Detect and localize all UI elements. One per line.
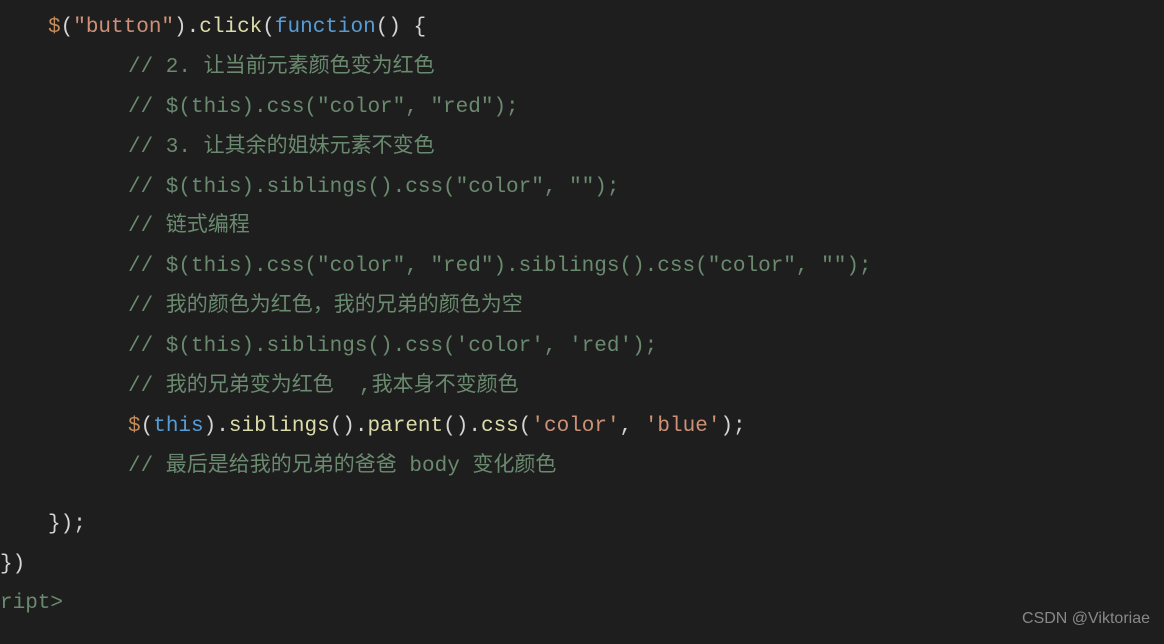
token-keyword: function (275, 16, 376, 39)
blank-line (0, 487, 1164, 505)
code-comment: // 我的颜色为红色，我的兄弟的颜色为空 (0, 287, 1164, 327)
code-line: $("button").click(function() { (0, 8, 1164, 48)
token-method: siblings (229, 415, 330, 438)
code-comment: // 最后是给我的兄弟的爸爸 body 变化颜色 (0, 447, 1164, 487)
token-paren: ( (141, 415, 154, 438)
watermark: CSDN @Viktoriae (1022, 604, 1150, 634)
token-string: "button" (73, 16, 174, 39)
token-comma: , (620, 415, 645, 438)
code-comment: // $(this).siblings().css("color", ""); (0, 168, 1164, 208)
token-punct: () { (376, 16, 426, 39)
code-line: $(this).siblings().parent().css('color',… (0, 407, 1164, 447)
code-comment: // 2. 让当前元素颜色变为红色 (0, 48, 1164, 88)
code-comment: // $(this).css("color", "red"); (0, 88, 1164, 128)
token-paren: () (330, 415, 355, 438)
token-method: css (481, 415, 519, 438)
token-end: ); (720, 415, 745, 438)
code-comment: // 链式编程 (0, 207, 1164, 247)
token-dot: . (216, 415, 229, 438)
token-dot: . (355, 415, 368, 438)
token-method: parent (368, 415, 444, 438)
code-comment: // $(this).css("color", "red").siblings(… (0, 247, 1164, 287)
token-dot: . (468, 415, 481, 438)
code-comment: // $(this).siblings().css('color', 'red'… (0, 327, 1164, 367)
code-line: }) (0, 545, 1164, 585)
code-line: }); (0, 505, 1164, 545)
token-string: 'color' (531, 415, 619, 438)
token-dot: . (187, 16, 200, 39)
code-line: ript> (0, 584, 1164, 624)
token-paren: () (443, 415, 468, 438)
token-dollar: $ (128, 415, 141, 438)
token-this: this (153, 415, 203, 438)
token-paren: ( (61, 16, 74, 39)
token-dollar: $ (48, 16, 61, 39)
token-method: click (199, 16, 262, 39)
token-paren: ) (174, 16, 187, 39)
token-paren: ( (519, 415, 532, 438)
code-comment: // 3. 让其余的姐妹元素不变色 (0, 128, 1164, 168)
token-paren: ) (204, 415, 217, 438)
code-comment: // 我的兄弟变为红色 ,我本身不变颜色 (0, 367, 1164, 407)
token-string: 'blue' (645, 415, 721, 438)
token-paren: ( (262, 16, 275, 39)
code-block: $("button").click(function() { // 2. 让当前… (0, 8, 1164, 624)
